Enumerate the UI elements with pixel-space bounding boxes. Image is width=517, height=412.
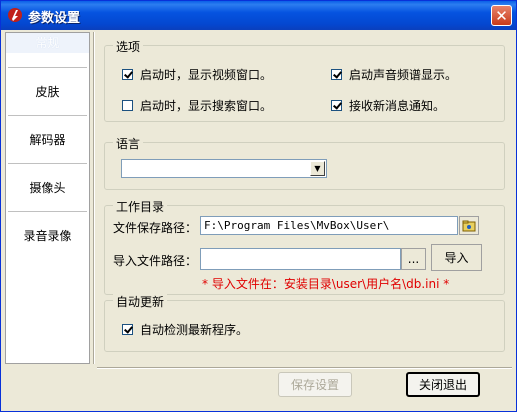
import-path-field[interactable] xyxy=(200,248,401,270)
show-video-window-checkbox[interactable]: 启动时，显示视频窗口。 xyxy=(122,66,272,83)
sidebar-item-label: 录音录像 xyxy=(23,229,72,243)
footer-divider xyxy=(97,367,512,368)
save-path-field[interactable]: F:\Program Files\MvBox\User\ xyxy=(200,216,458,235)
checkbox-label: 启动声音频谱显示。 xyxy=(349,68,458,82)
panel-divider xyxy=(94,32,95,364)
chevron-down-icon[interactable]: ▼ xyxy=(310,161,325,176)
close-exit-button[interactable]: 关闭退出 xyxy=(406,372,480,397)
close-icon: ✕ xyxy=(495,6,508,25)
sidebar-divider xyxy=(6,211,89,212)
close-exit-label: 关闭退出 xyxy=(418,378,467,392)
checkbox-label: 接收新消息通知。 xyxy=(349,99,446,113)
new-message-notify-checkbox[interactable]: 接收新消息通知。 xyxy=(331,97,445,114)
checkbox-box xyxy=(122,324,133,335)
sidebar-item-label: 常规 xyxy=(35,36,60,50)
checkbox-box xyxy=(122,100,133,111)
language-select[interactable]: ▼ xyxy=(121,159,327,178)
options-group-title: 选项 xyxy=(113,38,144,55)
settings-window: 参数设置 ✕ 常规 皮肤 解码器 摄像头 录音录像 选项 启动时，显示视频窗口。 xyxy=(0,0,517,412)
checkbox-label: 启动时，显示搜索窗口。 xyxy=(140,99,273,113)
sidebar-item-label: 解码器 xyxy=(29,133,66,147)
browse-label: ... xyxy=(407,252,420,266)
sidebar-item-decoder[interactable]: 解码器 xyxy=(6,131,89,151)
import-path-label: 导入文件路径： xyxy=(113,254,198,268)
checkbox-box xyxy=(122,69,133,80)
show-search-window-checkbox[interactable]: 启动时，显示搜索窗口。 xyxy=(122,97,272,114)
sidebar-item-general[interactable]: 常规 xyxy=(6,33,89,53)
sidebar-divider xyxy=(6,163,89,164)
checkbox-box xyxy=(331,69,342,80)
sidebar-item-label: 摄像头 xyxy=(29,181,66,195)
workdir-group-title: 工作目录 xyxy=(113,198,168,215)
auto-check-update-checkbox[interactable]: 自动检测最新程序。 xyxy=(122,321,248,338)
folder-icon xyxy=(462,220,476,231)
sidebar-item-camera[interactable]: 摄像头 xyxy=(6,179,89,199)
sidebar-item-skin[interactable]: 皮肤 xyxy=(6,83,89,103)
checkbox-label: 自动检测最新程序。 xyxy=(140,323,249,337)
app-logo-icon xyxy=(8,8,22,22)
sidebar-item-label: 皮肤 xyxy=(35,85,60,99)
sidebar-divider xyxy=(6,67,89,68)
import-button-label: 导入 xyxy=(444,251,469,265)
checkbox-box xyxy=(331,100,342,111)
sidebar-item-recording[interactable]: 录音录像 xyxy=(6,227,89,247)
close-window-button[interactable]: ✕ xyxy=(491,5,512,26)
checkbox-label: 启动时，显示视频窗口。 xyxy=(140,68,273,82)
browse-import-path-button[interactable]: ... xyxy=(401,248,426,270)
save-path-label: 文件保存路径： xyxy=(113,221,198,235)
save-settings-button[interactable]: 保存设置 xyxy=(278,372,352,397)
title-bar: 参数设置 ✕ xyxy=(1,1,516,30)
import-note: * 导入文件在：安装目录\user\用户名\db.ini * xyxy=(202,277,450,291)
sidebar-divider xyxy=(6,115,89,116)
category-sidebar: 常规 皮肤 解码器 摄像头 录音录像 xyxy=(5,32,90,364)
browse-save-path-button[interactable] xyxy=(459,216,479,235)
save-settings-label: 保存设置 xyxy=(290,378,339,392)
autoupdate-group-title: 自动更新 xyxy=(113,293,168,310)
show-spectrum-checkbox[interactable]: 启动声音频谱显示。 xyxy=(331,66,457,83)
window-title: 参数设置 xyxy=(28,11,81,26)
import-button[interactable]: 导入 xyxy=(431,244,482,271)
language-group-title: 语言 xyxy=(113,135,144,152)
